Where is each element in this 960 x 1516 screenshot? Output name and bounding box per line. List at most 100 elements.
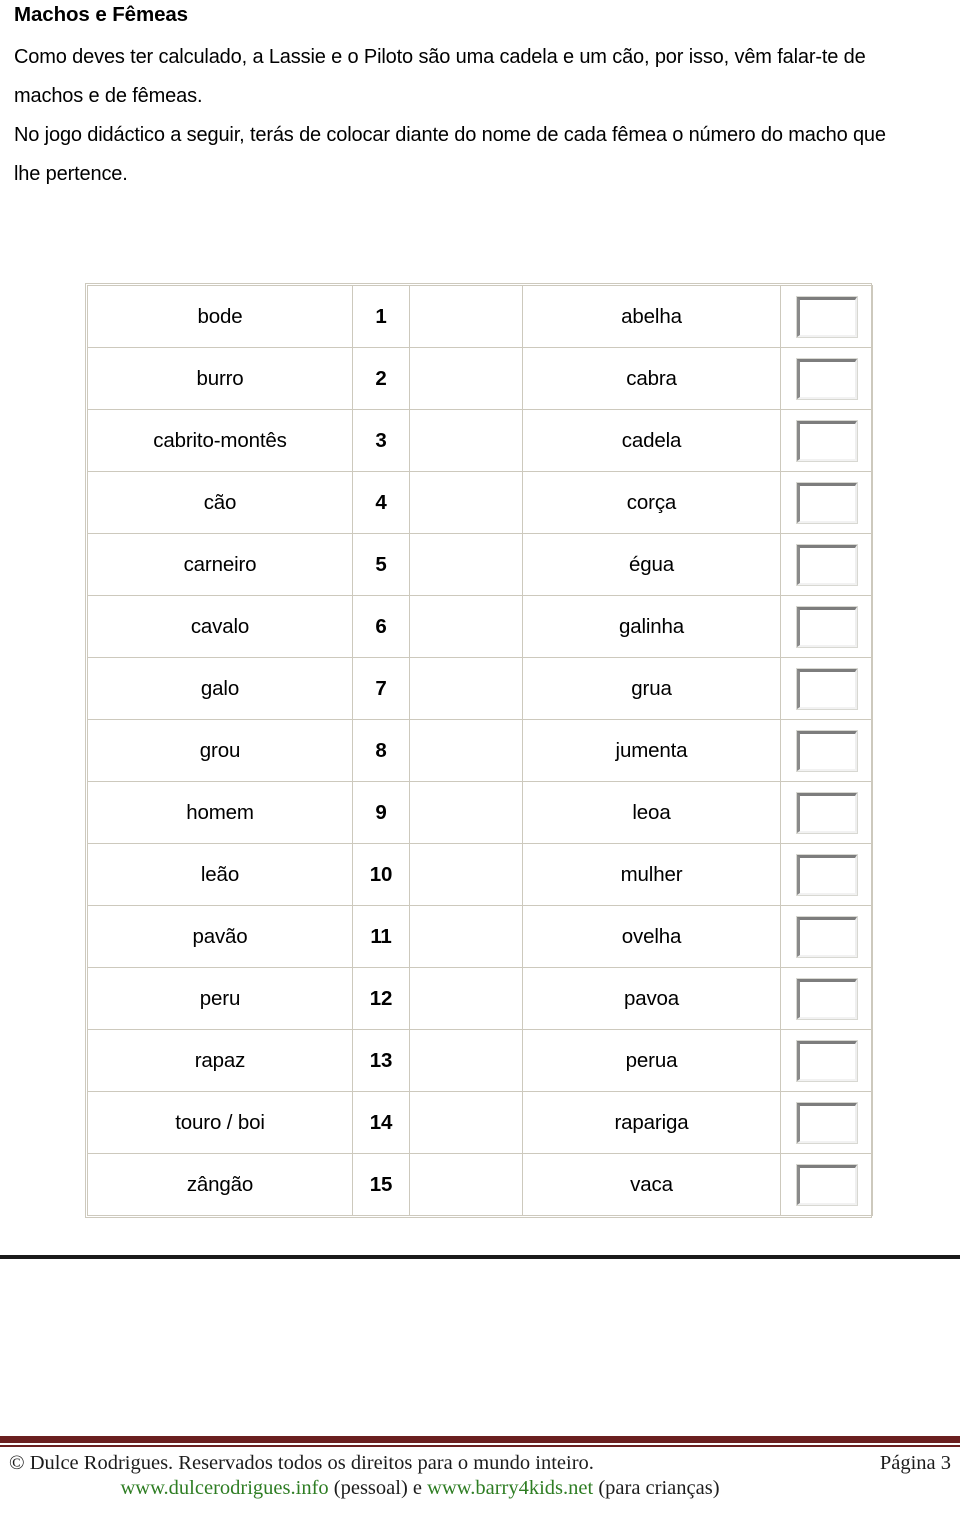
link-dulcerodrigues[interactable]: www.dulcerodrigues.info	[120, 1477, 328, 1499]
answer-input-box[interactable]	[795, 1039, 858, 1082]
male-number-cell: 5	[352, 533, 410, 596]
answer-input-box[interactable]	[795, 295, 858, 338]
spacer-cell	[409, 1091, 523, 1154]
kids-note: (para crianças)	[598, 1477, 720, 1499]
spacer-cell	[409, 347, 523, 410]
answer-input-box[interactable]	[795, 1163, 858, 1206]
answer-cell	[780, 409, 873, 472]
table-row: homem 9 leoa	[87, 781, 873, 844]
link-barry4kids[interactable]: www.barry4kids.net	[427, 1477, 593, 1499]
answer-input-box[interactable]	[795, 357, 858, 400]
female-name-cell: abelha	[522, 285, 781, 348]
male-number-cell: 14	[352, 1091, 410, 1154]
spacer-cell	[409, 719, 523, 782]
page-number: Página 3	[879, 1452, 951, 1474]
table-row: touro / boi 14 rapariga	[87, 1091, 873, 1154]
female-name-cell: perua	[522, 1029, 781, 1092]
answer-cell	[780, 657, 873, 720]
answer-input-box[interactable]	[795, 481, 858, 524]
answer-cell	[780, 595, 873, 658]
male-name-cell: homem	[87, 781, 353, 844]
table-row: rapaz 13 perua	[87, 1029, 873, 1092]
matching-exercise-table: bode 1 abelha burro 2 cabra cabrito-montês 3 cad…	[87, 285, 873, 1216]
female-name-cell: leoa	[522, 781, 781, 844]
exercise-table-wrapper: bode 1 abelha burro 2 cabra cabrito-montês 3 cad…	[85, 283, 873, 1218]
male-number-cell: 6	[352, 595, 410, 658]
spacer-cell	[409, 1153, 523, 1216]
female-name-cell: galinha	[522, 595, 781, 658]
spacer-cell	[409, 409, 523, 472]
female-name-cell: cadela	[522, 409, 781, 472]
male-name-cell: bode	[87, 285, 353, 348]
table-row: galo 7 grua	[87, 657, 873, 720]
answer-input-box[interactable]	[795, 853, 858, 896]
answer-input-box[interactable]	[795, 977, 858, 1020]
answer-cell	[780, 471, 873, 534]
answer-cell	[780, 967, 873, 1030]
spacer-cell	[409, 781, 523, 844]
answer-cell	[780, 905, 873, 968]
male-name-cell: burro	[87, 347, 353, 410]
female-name-cell: égua	[522, 533, 781, 596]
table-row: peru 12 pavoa	[87, 967, 873, 1030]
answer-cell	[780, 347, 873, 410]
spacer-cell	[409, 533, 523, 596]
male-name-cell: pavão	[87, 905, 353, 968]
spacer-cell	[409, 967, 523, 1030]
table-row: cavalo 6 galinha	[87, 595, 873, 658]
female-name-cell: corça	[522, 471, 781, 534]
male-name-cell: grou	[87, 719, 353, 782]
spacer-cell	[409, 471, 523, 534]
answer-cell	[780, 285, 873, 348]
male-name-cell: rapaz	[87, 1029, 353, 1092]
male-number-cell: 8	[352, 719, 410, 782]
male-number-cell: 15	[352, 1153, 410, 1216]
male-number-cell: 4	[352, 471, 410, 534]
intro-paragraph-1: Como deves ter calculado, a Lassie e o P…	[14, 45, 866, 107]
male-number-cell: 13	[352, 1029, 410, 1092]
male-name-cell: cabrito-montês	[87, 409, 353, 472]
table-row: leão 10 mulher	[87, 843, 873, 906]
spacer-cell	[409, 1029, 523, 1092]
male-name-cell: peru	[87, 967, 353, 1030]
answer-input-box[interactable]	[795, 543, 858, 586]
male-name-cell: leão	[87, 843, 353, 906]
answer-input-box[interactable]	[795, 791, 858, 834]
answer-input-box[interactable]	[795, 915, 858, 958]
answer-input-box[interactable]	[795, 605, 858, 648]
footer-credits-row: www.dulcerodrigues.info (pessoal) e www.…	[0, 1475, 960, 1500]
spacer-cell	[409, 595, 523, 658]
female-name-cell: grua	[522, 657, 781, 720]
male-number-cell: 11	[352, 905, 410, 968]
female-name-cell: rapariga	[522, 1091, 781, 1154]
answer-cell	[780, 533, 873, 596]
table-row: carneiro 5 égua	[87, 533, 873, 596]
page-footer: © Dulce Rodrigues. Reservados todos os d…	[0, 1436, 960, 1500]
male-name-cell: galo	[87, 657, 353, 720]
page-title: Machos e Fêmeas	[14, 3, 188, 26]
footer-copyright-row: © Dulce Rodrigues. Reservados todos os d…	[0, 1447, 960, 1475]
male-name-cell: zângão	[87, 1153, 353, 1216]
answer-input-box[interactable]	[795, 729, 858, 772]
table-row: zângão 15 vaca	[87, 1153, 873, 1216]
female-name-cell: jumenta	[522, 719, 781, 782]
table-row: burro 2 cabra	[87, 347, 873, 410]
answer-cell	[780, 1153, 873, 1216]
answer-input-box[interactable]	[795, 1101, 858, 1144]
male-name-cell: carneiro	[87, 533, 353, 596]
answer-cell	[780, 781, 873, 844]
male-number-cell: 3	[352, 409, 410, 472]
personal-note: (pessoal) e	[333, 1477, 423, 1499]
answer-input-box[interactable]	[795, 419, 858, 462]
male-number-cell: 2	[352, 347, 410, 410]
answer-input-box[interactable]	[795, 667, 858, 710]
table-row: cabrito-montês 3 cadela	[87, 409, 873, 472]
spacer-cell	[409, 905, 523, 968]
answer-cell	[780, 719, 873, 782]
spacer-cell	[409, 657, 523, 720]
male-number-cell: 9	[352, 781, 410, 844]
copyright-text: © Dulce Rodrigues. Reservados todos os d…	[9, 1452, 594, 1474]
male-number-cell: 10	[352, 843, 410, 906]
male-name-cell: cavalo	[87, 595, 353, 658]
table-row: pavão 11 ovelha	[87, 905, 873, 968]
